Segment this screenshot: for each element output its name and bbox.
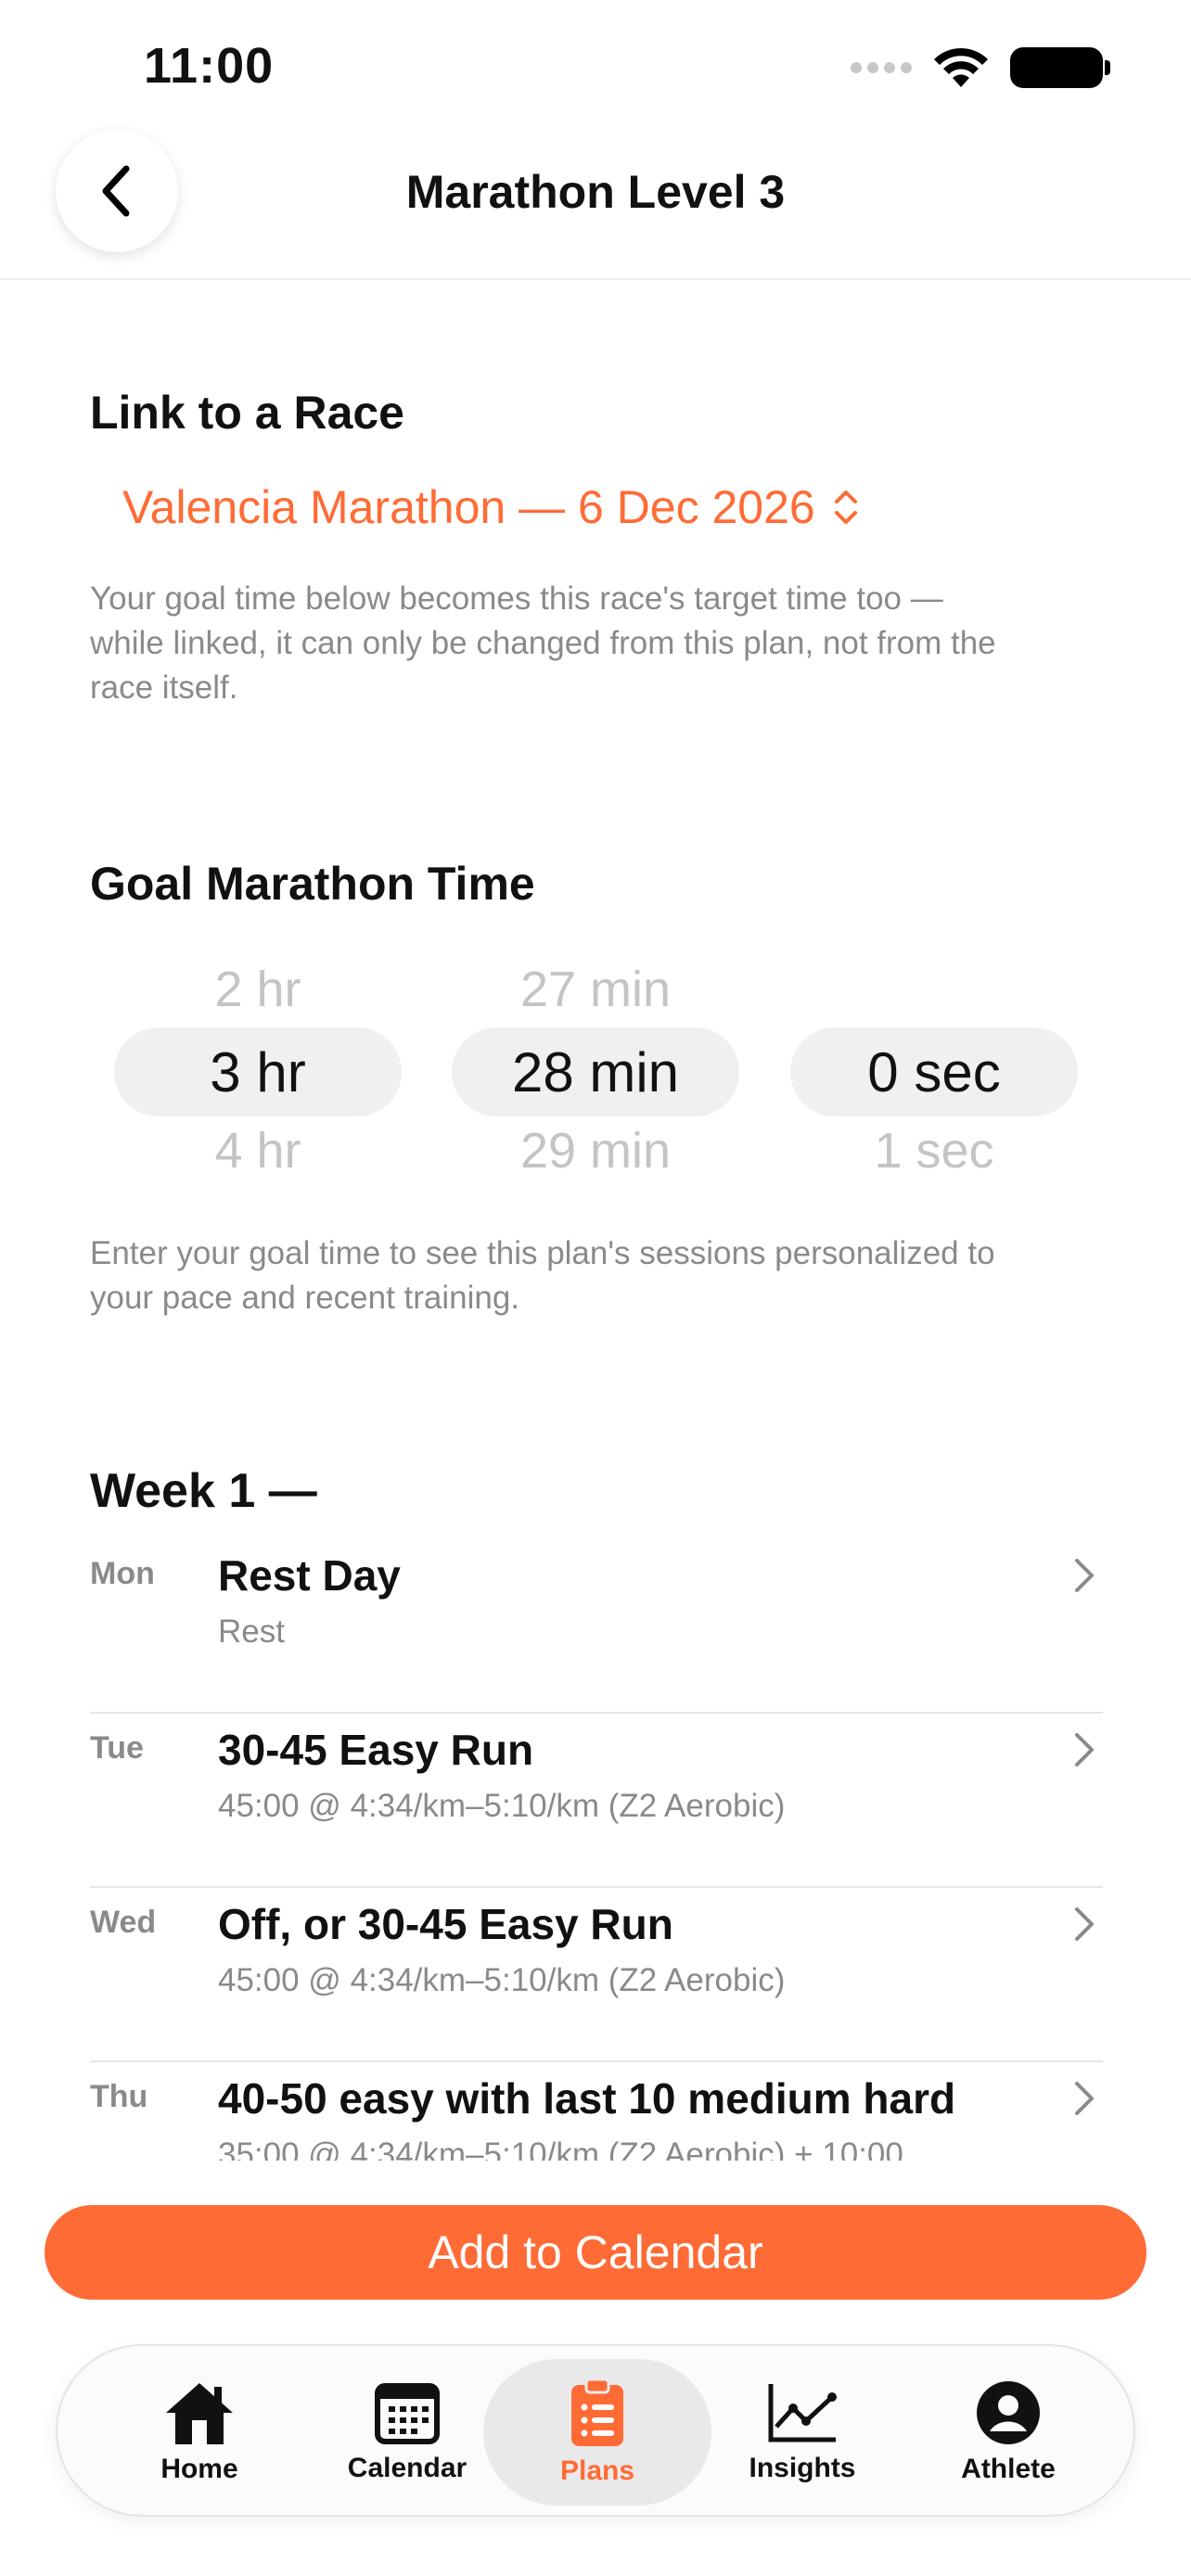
goal-time-helper: Enter your goal time to see this plan's … xyxy=(90,1231,1110,1320)
minutes-option-below[interactable]: 29 min xyxy=(452,1122,739,1180)
session-row[interactable]: Tue 30-45 Easy Run 45:00 @ 4:34/km–5:10/… xyxy=(90,1714,1103,1888)
seconds-selected[interactable]: 0 sec xyxy=(790,1027,1078,1116)
tab-home[interactable]: Home xyxy=(85,2359,314,2506)
tab-athlete[interactable]: Athlete xyxy=(894,2359,1122,2506)
session-row[interactable]: Mon Rest Day Rest xyxy=(90,1539,1103,1714)
helper-line: Your goal time below becomes this race's… xyxy=(90,580,943,617)
session-day: Wed xyxy=(90,1905,157,1940)
session-day: Tue xyxy=(90,1730,144,1766)
session-list: Mon Rest Day Rest Tue 30-45 Easy Run 45:… xyxy=(90,1539,1103,2161)
minutes-option-above[interactable]: 27 min xyxy=(452,961,739,1018)
seconds-option-below[interactable]: 1 sec xyxy=(790,1122,1078,1180)
session-row[interactable]: Wed Off, or 30-45 Easy Run 45:00 @ 4:34/… xyxy=(90,1888,1103,2062)
calendar-icon xyxy=(375,2383,440,2444)
hours-option-above[interactable]: 2 hr xyxy=(114,961,402,1018)
wifi-icon xyxy=(934,47,988,87)
tab-plans[interactable]: Plans xyxy=(483,2359,711,2506)
session-title: Off, or 30-45 Easy Run xyxy=(218,1900,673,1948)
tab-insights[interactable]: Insights xyxy=(688,2359,916,2506)
session-detail: 45:00 @ 4:34/km–5:10/km (Z2 Aerobic) xyxy=(218,1788,786,1824)
session-day: Thu xyxy=(90,2079,148,2114)
session-detail: 45:00 @ 4:34/km–5:10/km (Z2 Aerobic) xyxy=(218,1962,786,1998)
person-circle-icon xyxy=(977,2381,1040,2444)
tab-bar: Home Calendar Plans Insights Athlete xyxy=(56,2344,1135,2517)
home-icon xyxy=(166,2383,233,2444)
session-title: 40-50 easy with last 10 medium hard xyxy=(218,2074,956,2123)
helper-line: Enter your goal time to see this plan's … xyxy=(90,1235,995,1271)
clipboard-list-icon xyxy=(571,2378,623,2446)
session-detail: Rest xyxy=(218,1613,285,1650)
week-heading: Week 1 — xyxy=(90,1464,317,1518)
session-day: Mon xyxy=(90,1556,155,1591)
battery-icon xyxy=(1010,47,1110,88)
session-row[interactable]: Thu 40-50 easy with last 10 medium hard … xyxy=(90,2062,1103,2161)
navigation-bar: Marathon Level 3 xyxy=(0,130,1191,280)
cellular-signal-icon xyxy=(851,62,912,73)
chevron-right-icon xyxy=(1066,1727,1103,1773)
goal-time-heading: Goal Marathon Time xyxy=(90,858,535,910)
race-selector[interactable]: Valencia Marathon — 6 Dec 2026 xyxy=(122,480,860,534)
chevron-up-down-icon xyxy=(834,491,857,524)
chevron-right-icon xyxy=(1066,1901,1103,1947)
status-bar: 11:00 xyxy=(0,0,1191,130)
helper-line: your pace and recent training. xyxy=(90,1280,520,1316)
chevron-right-icon xyxy=(1066,1552,1103,1599)
tab-label: Home xyxy=(160,2454,238,2484)
tab-label: Plans xyxy=(559,2455,635,2486)
tab-label: Calendar xyxy=(347,2453,467,2483)
link-race-helper: Your goal time below becomes this race's… xyxy=(90,577,1110,710)
session-title: 30-45 Easy Run xyxy=(218,1726,534,1774)
minutes-selected[interactable]: 28 min xyxy=(452,1027,739,1116)
status-icons xyxy=(851,46,1110,89)
line-chart-icon xyxy=(768,2384,837,2442)
tab-label: Insights xyxy=(749,2453,856,2483)
race-selector-label: Valencia Marathon — 6 Dec 2026 xyxy=(122,481,815,533)
page-title: Marathon Level 3 xyxy=(405,166,786,218)
session-detail: 35:00 @ 4:34/km–5:10/km (Z2 Aerobic) + 1… xyxy=(218,2136,903,2161)
link-race-heading: Link to a Race xyxy=(90,387,404,439)
hours-selected[interactable]: 3 hr xyxy=(114,1027,402,1116)
add-to-calendar-button[interactable]: Add to Calendar xyxy=(45,2205,1146,2300)
chevron-right-icon xyxy=(1066,2075,1103,2122)
hours-option-below[interactable]: 4 hr xyxy=(114,1122,402,1180)
status-time: 11:00 xyxy=(144,38,275,94)
session-title: Rest Day xyxy=(218,1551,401,1600)
tab-label: Athlete xyxy=(961,2454,1056,2484)
helper-line: race itself. xyxy=(90,670,238,706)
helper-line: while linked, it can only be changed fro… xyxy=(90,625,996,661)
